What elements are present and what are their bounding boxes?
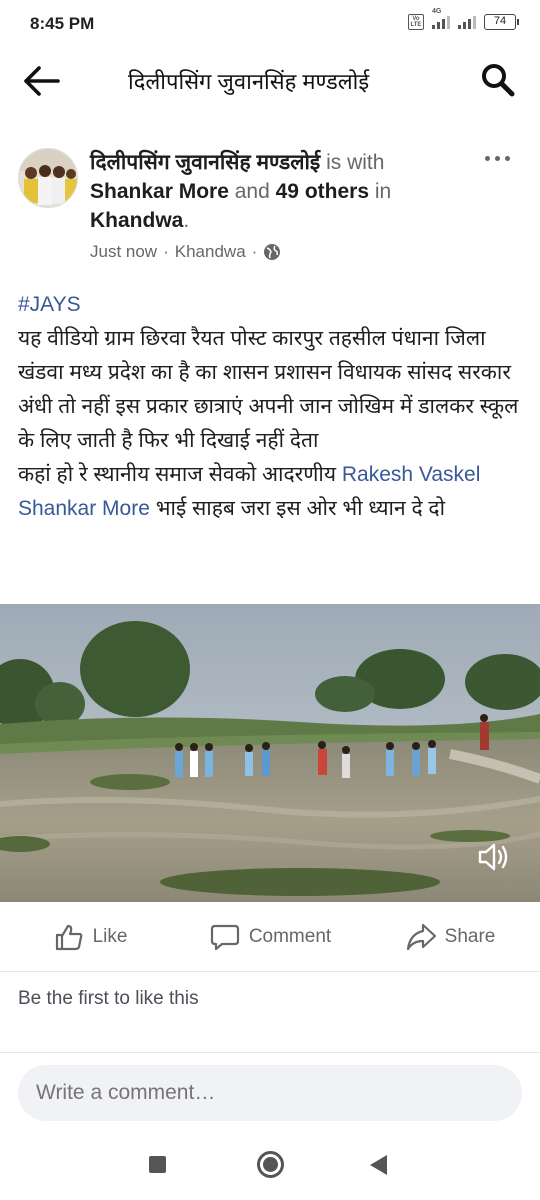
like-label: Like <box>92 925 128 947</box>
search-icon <box>482 64 515 97</box>
post-body-text: यह वीडियो ग्राम छिरवा रैयत पोस्ट कारपुर … <box>18 327 519 452</box>
dot-icon <box>485 156 490 161</box>
battery-icon: 74 <box>484 14 519 30</box>
back-triangle-icon[interactable] <box>370 1155 387 1175</box>
system-nav-bar <box>0 1132 540 1200</box>
post-time[interactable]: Just now <box>90 242 157 262</box>
status-time: 8:45 PM <box>30 14 95 33</box>
mute-button[interactable] <box>476 840 510 874</box>
mention-rakesh[interactable]: Rakesh Vaskel <box>342 463 481 486</box>
post-place[interactable]: Khandwa <box>175 242 246 262</box>
author-name[interactable]: दिलीपसिंग जुवानसिंह मण्डलोई <box>90 151 320 174</box>
share-label: Share <box>444 925 496 947</box>
is-with-text: is with <box>326 151 385 174</box>
back-button[interactable] <box>22 64 62 98</box>
dot-icon <box>495 156 500 161</box>
signal-4g-icon: 4G <box>432 8 450 29</box>
post-body-line2-end: भाई साहब जरा इस ओर भी ध्यान दे दो <box>155 497 446 520</box>
separator-dot: · <box>251 242 258 261</box>
post-author-line: दिलीपसिंग जुवानसिंह मण्डलोई is with Shan… <box>90 148 470 235</box>
globe-icon <box>264 244 281 260</box>
recents-icon[interactable] <box>149 1156 166 1173</box>
avatar[interactable] <box>18 148 78 208</box>
period-text: . <box>183 209 190 232</box>
page-title: दिलीपसिंग जुवानसिंह मण्डलोई <box>128 69 370 94</box>
post-body-line2: कहां हो रे स्थानीय समाज सेवको आदरणीय <box>18 463 337 486</box>
comment-button[interactable]: Comment <box>180 902 360 971</box>
post-timestamp-line: Just now · Khandwa · <box>90 242 281 262</box>
share-button[interactable]: Share <box>360 902 540 971</box>
home-icon[interactable] <box>257 1151 284 1178</box>
post-actions: Like Comment Share <box>0 902 540 972</box>
post-video[interactable] <box>0 604 540 902</box>
thumbs-up-icon <box>55 924 82 950</box>
status-bar: 8:45 PM Vo LTE 4G 74 <box>0 0 540 50</box>
share-arrow-icon <box>406 923 436 950</box>
comment-label: Comment <box>248 925 332 947</box>
signal-icon <box>458 15 476 29</box>
first-like-text: Be the first to like this <box>18 988 199 1009</box>
app-header: दिलीपसिंग जुवानसिंह मण्डलोई <box>0 50 540 112</box>
post-body: #JAYS यह वीडियो ग्राम छिरवा रैयत पोस्ट क… <box>18 288 523 526</box>
more-options-button[interactable] <box>481 152 514 165</box>
in-text: in <box>374 180 392 203</box>
network-type: 4G <box>432 8 442 15</box>
and-text: and <box>234 180 270 203</box>
tagged-person[interactable]: Shankar More <box>90 180 229 203</box>
location-name[interactable]: Khandwa <box>90 209 183 232</box>
mention-shankar[interactable]: Shankar More <box>18 497 150 520</box>
comment-bar <box>0 1052 540 1132</box>
comment-input[interactable] <box>18 1065 522 1121</box>
like-button[interactable]: Like <box>0 902 180 971</box>
video-frame <box>0 604 540 902</box>
arrow-left-icon <box>24 66 60 96</box>
hashtag-link[interactable]: #JAYS <box>18 288 523 322</box>
dot-icon <box>505 156 510 161</box>
tagged-others[interactable]: 49 others <box>276 180 369 203</box>
status-icons: Vo LTE 4G 74 <box>408 8 519 30</box>
speaker-muted-icon <box>478 843 508 871</box>
volte-icon: Vo LTE <box>408 14 424 30</box>
comment-bubble-icon <box>210 924 239 950</box>
search-button[interactable] <box>480 62 516 98</box>
separator-dot: · <box>163 242 169 261</box>
profile-photo <box>19 149 77 207</box>
